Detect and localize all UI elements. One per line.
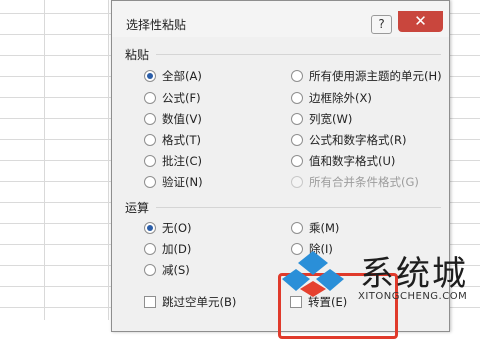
radio-paste-except-borders[interactable]: 边框除外(X) <box>291 89 372 107</box>
radio-paste-values-number-formats[interactable]: 值和数字格式(U) <box>291 152 395 170</box>
radio-label: 值和数字格式(U) <box>309 154 396 168</box>
radio-paste-comments[interactable]: 批注(C) <box>144 152 202 170</box>
radio-button-icon <box>291 176 303 188</box>
radio-button-icon <box>291 155 303 167</box>
radio-operation-none[interactable]: 无(O) <box>144 219 192 237</box>
radio-button-icon <box>291 222 303 234</box>
radio-button-icon <box>144 176 156 188</box>
radio-label: 数值(V) <box>162 112 202 126</box>
paste-group-divider <box>156 54 441 55</box>
radio-button-icon <box>144 92 156 104</box>
help-button[interactable]: ? <box>371 15 392 34</box>
watermark-logo-icon <box>282 251 344 297</box>
radio-paste-merge-conditional-formats: 所有合并条件格式(G) <box>291 173 419 191</box>
radio-button-icon <box>144 70 156 82</box>
radio-button-icon <box>291 92 303 104</box>
radio-label: 公式(F) <box>162 91 201 105</box>
radio-label: 边框除外(X) <box>309 91 372 105</box>
radio-paste-formats[interactable]: 格式(T) <box>144 131 201 149</box>
radio-operation-add[interactable]: 加(D) <box>144 240 191 258</box>
radio-label: 公式和数字格式(R) <box>309 133 407 147</box>
radio-paste-formulas[interactable]: 公式(F) <box>144 89 201 107</box>
radio-button-icon <box>144 243 156 255</box>
radio-label: 批注(C) <box>162 154 203 168</box>
radio-paste-values[interactable]: 数值(V) <box>144 110 202 128</box>
radio-label: 所有使用源主题的单元(H) <box>309 69 442 83</box>
radio-button-icon <box>144 222 156 234</box>
watermark-brand: 系统城 <box>360 254 468 294</box>
radio-paste-column-widths[interactable]: 列宽(W) <box>291 110 352 128</box>
close-button[interactable]: ✕ <box>398 11 443 32</box>
operation-group-label: 运算 <box>125 201 150 215</box>
operation-group-divider <box>156 207 441 208</box>
radio-button-icon <box>144 264 156 276</box>
radio-button-icon <box>291 70 303 82</box>
radio-label: 乘(M) <box>309 221 340 235</box>
radio-button-icon <box>291 113 303 125</box>
radio-label: 无(O) <box>162 221 192 235</box>
radio-paste-validation[interactable]: 验证(N) <box>144 173 203 191</box>
checkbox-label: 跳过空单元(B) <box>162 295 237 309</box>
radio-label: 列宽(W) <box>309 112 353 126</box>
skip-blanks-checkbox[interactable]: 跳过空单元(B) <box>144 293 236 311</box>
logo-diamond-top <box>298 251 328 275</box>
dialog-titlebar: 选择性粘贴 ? ✕ <box>112 1 449 37</box>
radio-paste-all[interactable]: 全部(A) <box>144 67 202 85</box>
dialog-title: 选择性粘贴 <box>126 18 187 32</box>
radio-label: 减(S) <box>162 263 190 277</box>
radio-operation-subtract[interactable]: 减(S) <box>144 261 190 279</box>
radio-operation-multiply[interactable]: 乘(M) <box>291 219 339 237</box>
paste-group-label: 粘贴 <box>125 48 150 62</box>
radio-button-icon <box>144 134 156 146</box>
radio-label: 所有合并条件格式(G) <box>309 175 419 189</box>
radio-label: 格式(T) <box>162 133 201 147</box>
radio-label: 加(D) <box>162 242 192 256</box>
radio-button-icon <box>144 113 156 125</box>
radio-label: 验证(N) <box>162 175 203 189</box>
radio-label: 全部(A) <box>162 69 202 83</box>
radio-paste-source-theme[interactable]: 所有使用源主题的单元(H) <box>291 67 442 85</box>
radio-paste-formulas-number-formats[interactable]: 公式和数字格式(R) <box>291 131 406 149</box>
watermark-url: XITONGCHENG.COM <box>358 291 468 302</box>
radio-button-icon <box>291 134 303 146</box>
radio-button-icon <box>144 155 156 167</box>
checkbox-icon <box>144 296 156 308</box>
